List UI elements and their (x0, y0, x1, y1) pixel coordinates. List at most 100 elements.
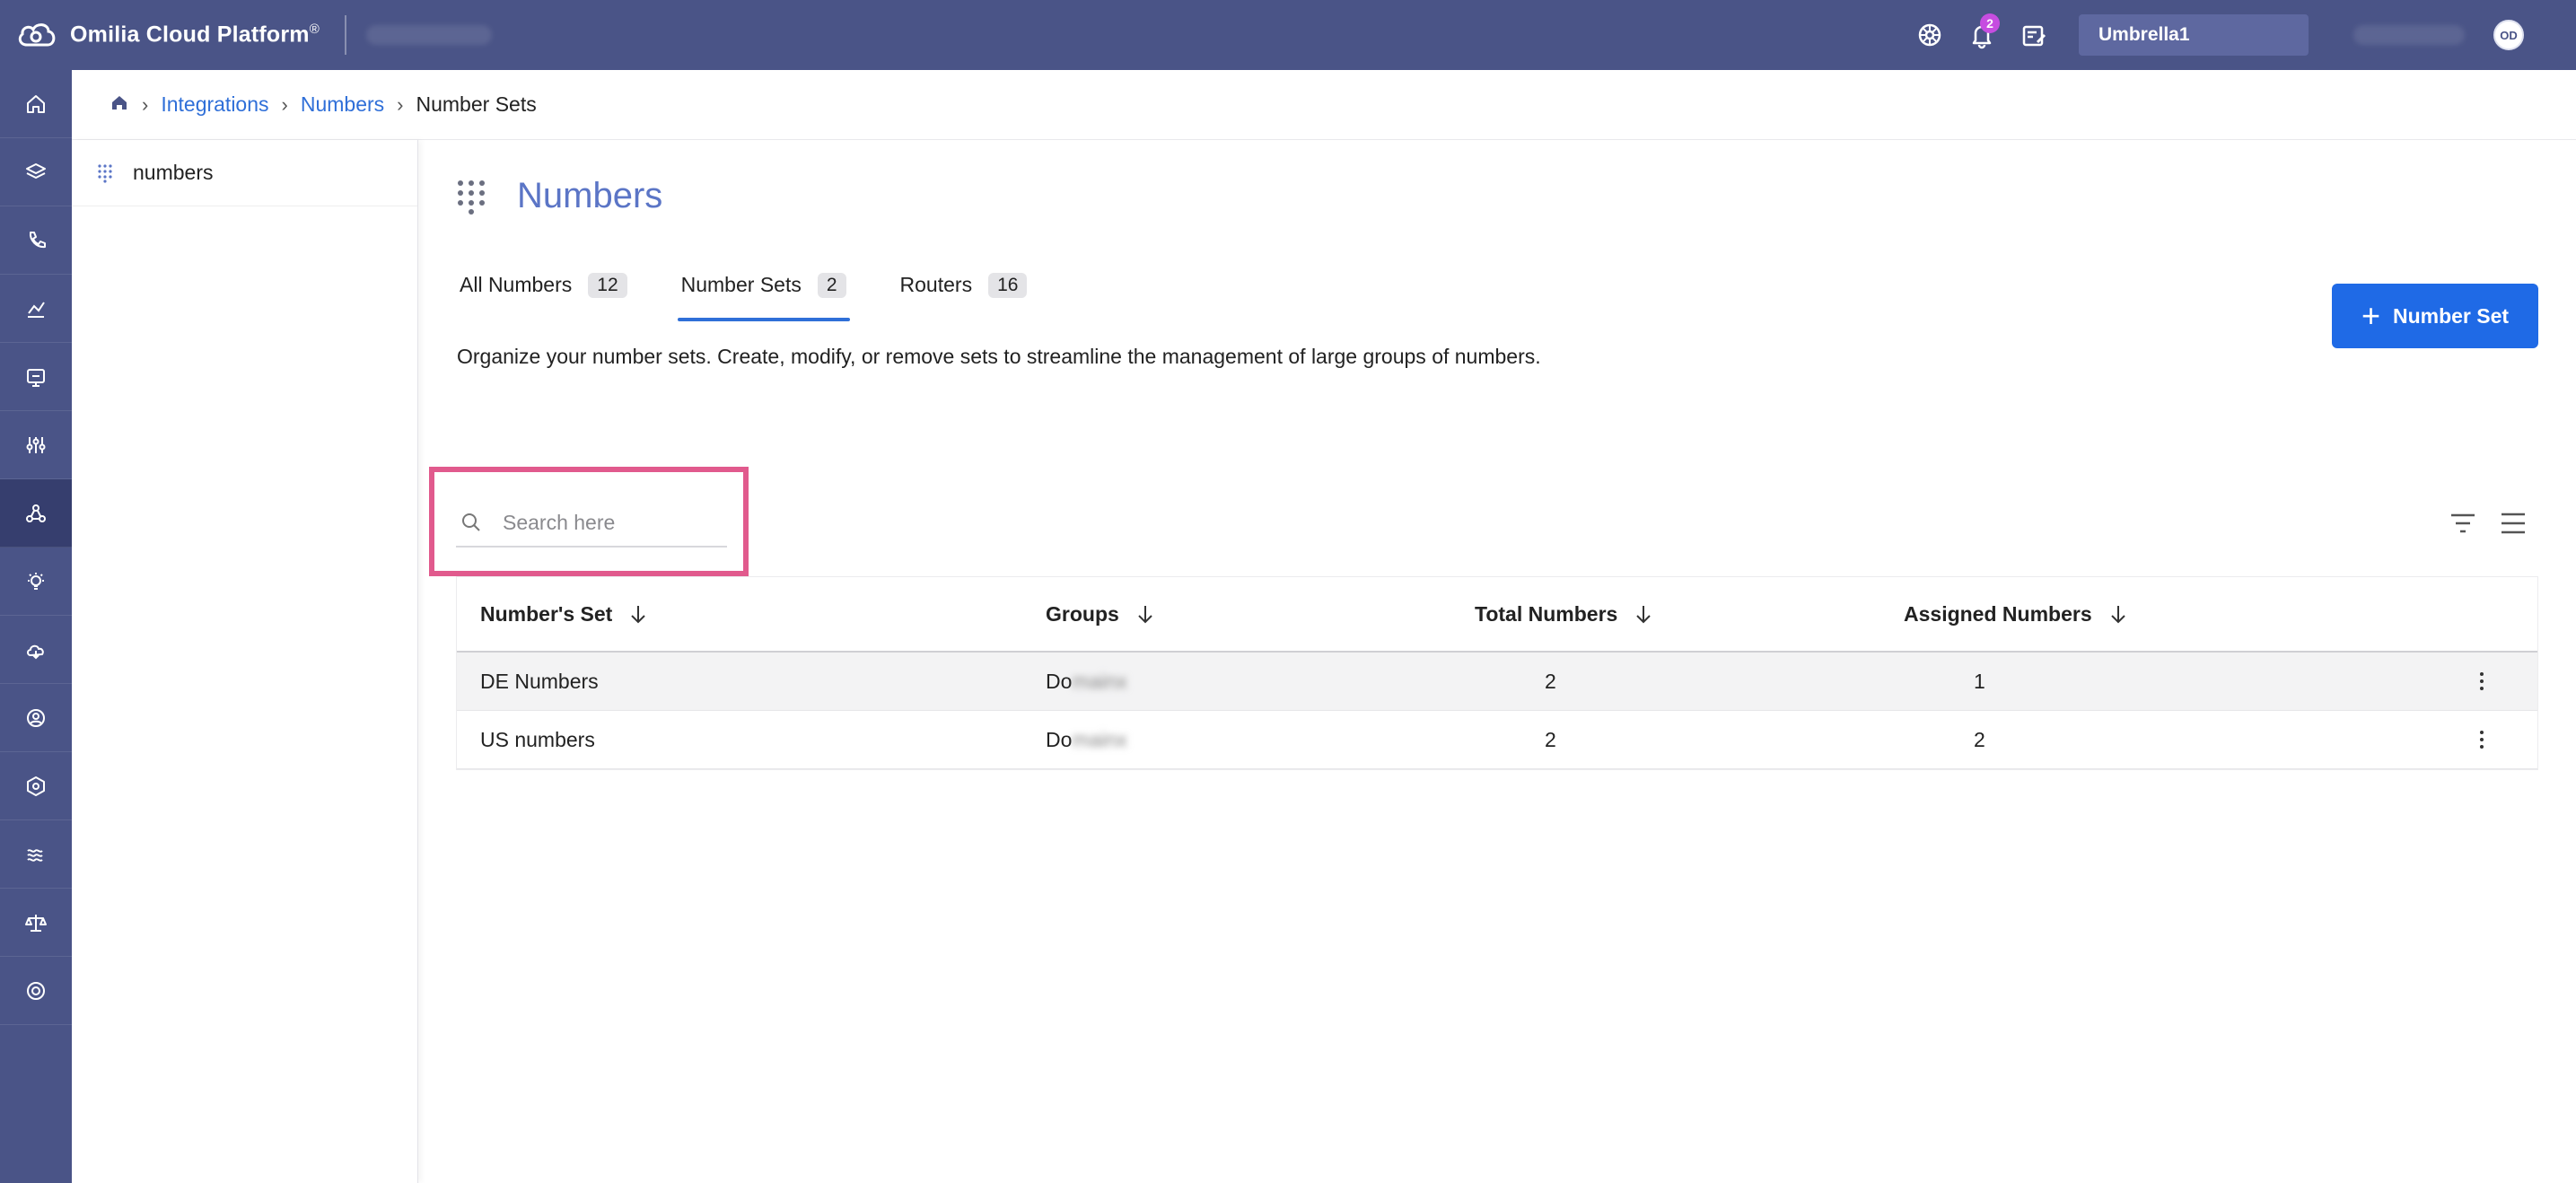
nav-users[interactable] (0, 684, 72, 752)
brand[interactable]: Omilia Cloud Platform® (16, 0, 320, 70)
row-actions-kebab-icon[interactable] (2473, 723, 2491, 756)
phone-icon (29, 231, 46, 248)
table-row[interactable]: US numbers Do mainx 2 2 (457, 711, 2537, 769)
number-sets-table: Number's Set Groups Total Numbers Assign… (456, 576, 2538, 770)
tab-label: Routers (899, 273, 973, 296)
chevron-right-icon: › (281, 92, 288, 116)
sort-arrow-down-icon (2110, 606, 2125, 624)
nav-global[interactable] (0, 957, 72, 1025)
breadcrumb: › Integrations › Numbers › Number Sets (72, 70, 2576, 140)
column-header-assigned-numbers[interactable]: Assigned Numbers (1904, 602, 2128, 627)
help-wheel-icon[interactable] (1912, 17, 1948, 53)
nav-telephony[interactable] (0, 206, 72, 275)
breadcrumb-integrations[interactable]: Integrations (161, 92, 268, 117)
tab-label: All Numbers (460, 273, 573, 296)
column-header-number-set[interactable]: Number's Set (480, 602, 648, 627)
user-avatar[interactable]: OD (2493, 20, 2524, 50)
cell-set-name: DE Numbers (480, 670, 599, 693)
search-icon (462, 513, 480, 531)
analytics-icon (28, 301, 45, 318)
cell-assigned-numbers: 1 (1974, 670, 1985, 693)
search-input[interactable] (503, 510, 718, 535)
sort-arrow-down-icon (1138, 606, 1152, 624)
tab-label: Number Sets (680, 273, 802, 296)
shield-icon (27, 776, 45, 796)
home-icon (112, 95, 127, 110)
sort-arrow-down-icon (1636, 606, 1652, 624)
user-circle-icon (27, 708, 45, 727)
breadcrumb-numbers[interactable]: Numbers (301, 92, 384, 117)
cell-assigned-numbers: 2 (1974, 728, 1985, 751)
cloud-logo-icon (18, 23, 56, 47)
tab-bar: All Numbers 12 Number Sets 2 Routers 16 (458, 269, 1079, 321)
columns-menu-button[interactable] (2497, 508, 2529, 539)
menu-lines-icon (2502, 513, 2525, 534)
tab-number-sets[interactable]: Number Sets 2 (677, 269, 850, 321)
column-header-total-numbers[interactable]: Total Numbers (1475, 602, 1653, 627)
sliders-icon (26, 436, 46, 453)
nav-home[interactable] (0, 70, 72, 138)
top-bar: Omilia Cloud Platform® 2 Umbrella1 OD (0, 0, 2576, 70)
nav-settings[interactable] (0, 411, 72, 479)
cell-group: Do mainx (1046, 728, 1127, 751)
redacted-region (366, 25, 492, 45)
nav-insights[interactable] (0, 548, 72, 616)
table-header: Number's Set Groups Total Numbers Assign… (457, 577, 2537, 653)
cell-total-numbers: 2 (1545, 728, 1556, 751)
add-number-set-button[interactable]: + Number Set (2332, 284, 2538, 348)
cloud-icon (27, 644, 44, 659)
row-actions-kebab-icon[interactable] (2473, 665, 2491, 697)
chevron-right-icon: › (142, 92, 149, 116)
table-row[interactable]: DE Numbers Do mainx 2 1 (457, 653, 2537, 711)
brand-divider (345, 15, 346, 55)
nav-layers[interactable] (0, 138, 72, 206)
secondary-sidebar: numbers (72, 140, 418, 1183)
main-nav-rail (0, 70, 72, 1183)
lightbulb-icon (28, 572, 44, 590)
tenant-selector[interactable]: Umbrella1 (2079, 14, 2309, 56)
plus-icon: + (2361, 297, 2380, 334)
tab-count-badge: 16 (988, 273, 1028, 298)
nav-analytics[interactable] (0, 275, 72, 343)
filter-icon (2451, 513, 2475, 533)
app-name: Omilia Cloud Platform® (70, 22, 320, 48)
tab-count-badge: 2 (817, 273, 846, 298)
release-notes-icon[interactable] (2016, 17, 2052, 53)
cell-group: Do mainx (1046, 670, 1127, 693)
nav-monitor[interactable] (0, 343, 72, 411)
notification-badge: 2 (1980, 13, 2000, 33)
nav-integrations[interactable] (0, 479, 72, 548)
subnav-item-label: numbers (133, 161, 214, 184)
page-title: Numbers (517, 176, 663, 215)
monitor-icon (27, 368, 45, 387)
redacted-text: mainx (1072, 670, 1127, 693)
balance-icon (25, 914, 47, 932)
grid-dots-icon (98, 163, 112, 183)
nav-compliance[interactable] (0, 889, 72, 957)
notifications-bell-icon[interactable]: 2 (1964, 13, 2000, 53)
filter-button[interactable] (2447, 508, 2479, 539)
dialpad-icon (458, 180, 485, 215)
add-button-label: Number Set (2392, 303, 2510, 328)
nav-cloud[interactable] (0, 616, 72, 684)
page-description: Organize your number sets. Create, modif… (457, 345, 1541, 368)
nav-security[interactable] (0, 752, 72, 820)
redacted-user-name (2353, 25, 2465, 45)
redacted-text: mainx (1072, 728, 1127, 751)
nav-streams[interactable] (0, 820, 72, 889)
tab-all-numbers[interactable]: All Numbers 12 (458, 269, 629, 321)
cell-set-name: US numbers (480, 728, 595, 751)
sort-arrow-down-icon (631, 606, 646, 624)
column-header-groups[interactable]: Groups (1046, 602, 1155, 627)
layers-icon (26, 162, 46, 179)
tab-routers[interactable]: Routers 16 (898, 269, 1030, 321)
chevron-right-icon: › (397, 92, 404, 116)
globe-icon (27, 981, 45, 1000)
breadcrumb-current: Number Sets (416, 92, 537, 116)
search-field (456, 499, 727, 548)
waves-icon (27, 848, 43, 862)
cell-total-numbers: 2 (1545, 670, 1556, 693)
home-icon (27, 94, 45, 113)
subnav-item-numbers[interactable]: numbers (72, 140, 417, 206)
breadcrumb-home[interactable] (110, 92, 129, 118)
